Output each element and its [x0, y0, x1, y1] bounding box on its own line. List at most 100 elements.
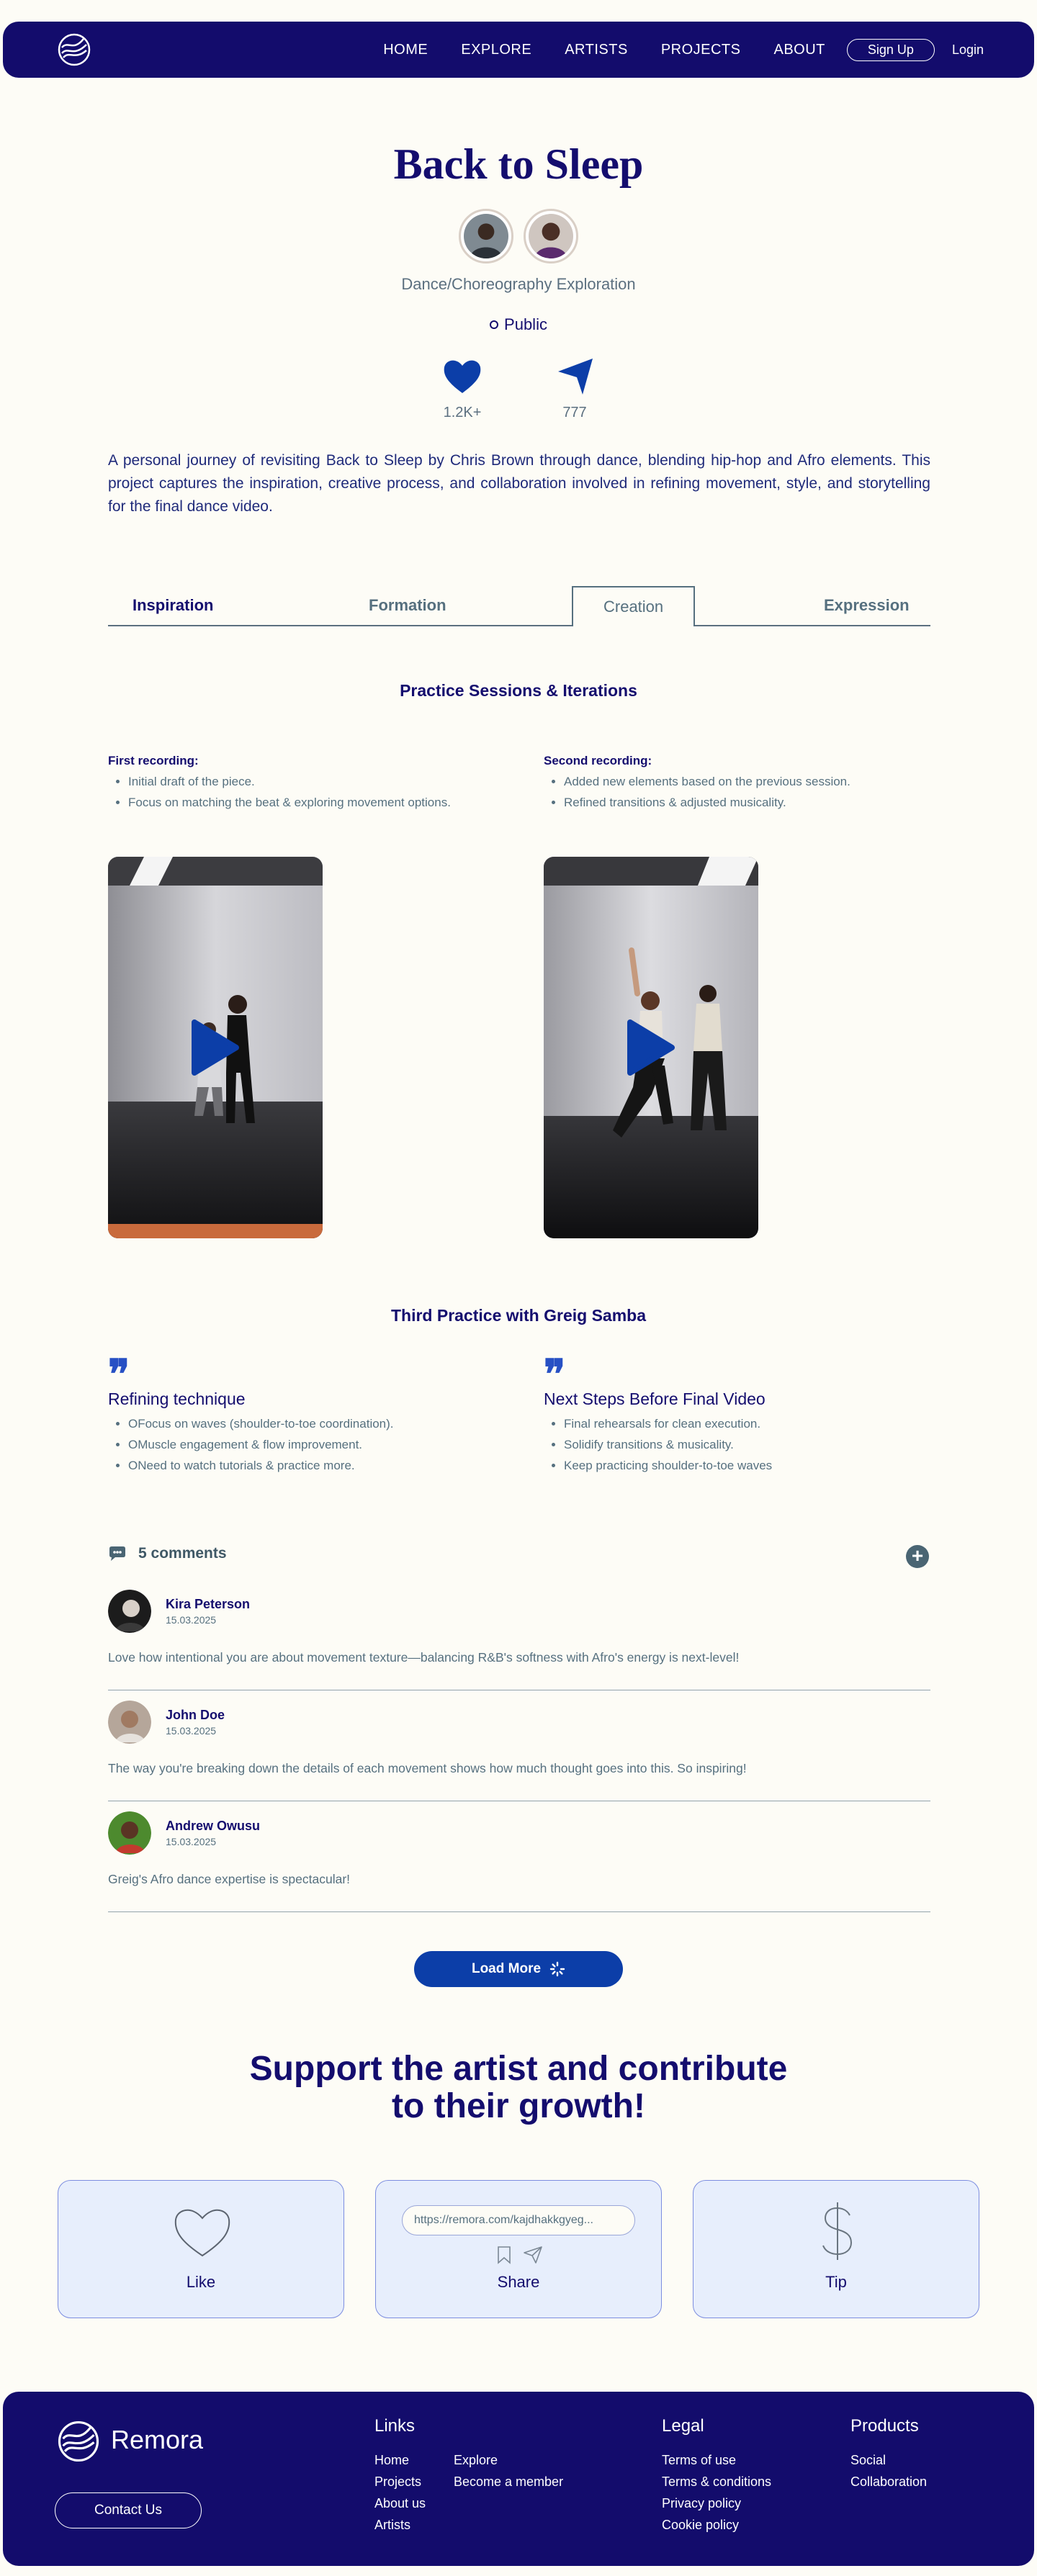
- list-item: Keep practicing shoulder-to-toe waves: [564, 1455, 947, 1476]
- share-count: 777: [562, 405, 587, 420]
- project-title: Back to Sleep: [393, 140, 644, 188]
- first-recording-notes: First recording: Initial draft of the pi…: [108, 750, 462, 813]
- collaborator-avatar[interactable]: [524, 209, 578, 264]
- tip-card[interactable]: Tip: [693, 2180, 979, 2318]
- load-more-label: Load More: [471, 1961, 542, 1976]
- footer-link-projects[interactable]: Projects: [374, 2471, 426, 2492]
- footer-link-about-us[interactable]: About us: [374, 2492, 426, 2514]
- footer-link-privacy[interactable]: Privacy policy: [662, 2492, 771, 2514]
- comment-author[interactable]: Kira Peterson: [166, 1597, 250, 1612]
- remora-logo-icon[interactable]: [58, 33, 91, 66]
- nav-link-projects[interactable]: PROJECTS: [661, 42, 741, 58]
- list-item: Refined transitions & adjusted musicalit…: [564, 792, 918, 813]
- play-icon[interactable]: [626, 1018, 676, 1077]
- visibility-label: Public: [504, 315, 547, 333]
- top-navbar: HOME EXPLORE ARTISTS PROJECTS ABOUT Sign…: [3, 22, 1034, 78]
- comment-text: Greig's Afro dance expertise is spectacu…: [108, 1872, 351, 1886]
- tab-expression[interactable]: Expression: [824, 586, 910, 625]
- footer-link-become-member[interactable]: Become a member: [454, 2471, 563, 2492]
- comments-count: 5 comments: [138, 1545, 227, 1562]
- comment-item: Kira Peterson 15.03.2025 Love how intent…: [108, 1590, 930, 1690]
- footer-link-terms-conditions[interactable]: Terms & conditions: [662, 2471, 771, 2492]
- footer-legal-title: Legal: [662, 2416, 704, 2436]
- comment-text: Love how intentional you are about movem…: [108, 1650, 740, 1665]
- share-url-field[interactable]: [402, 2205, 635, 2235]
- like-stat[interactable]: 1.2K+: [426, 356, 498, 421]
- comment-author[interactable]: Andrew Owusu: [166, 1819, 260, 1834]
- avatar[interactable]: [108, 1701, 151, 1744]
- share-card-label: Share: [497, 2273, 540, 2291]
- comment-date: 15.03.2025: [166, 1725, 217, 1737]
- comment-author[interactable]: John Doe: [166, 1708, 225, 1723]
- footer-link-terms-of-use[interactable]: Terms of use: [662, 2449, 771, 2471]
- project-description: A personal journey of revisiting Back to…: [108, 452, 930, 515]
- heart-outline-icon: [174, 2210, 230, 2257]
- second-recording-video[interactable]: [544, 857, 758, 1238]
- list-item: Solidify transitions & musicality.: [564, 1434, 947, 1455]
- refining-technique-title: Refining technique: [108, 1390, 246, 1408]
- nav-link-explore[interactable]: EXPLORE: [461, 42, 531, 58]
- project-category: Dance/Choreography Exploration: [401, 275, 636, 293]
- add-comment-button[interactable]: +: [906, 1545, 929, 1568]
- project-tabs: Inspiration Formation Creation Expressio…: [108, 586, 930, 626]
- bookmark-icon[interactable]: [497, 2246, 511, 2264]
- footer-link-home[interactable]: Home: [374, 2449, 426, 2471]
- support-title-line1: Support the artist and contribute: [249, 2050, 788, 2088]
- tip-card-label: Tip: [825, 2273, 847, 2291]
- next-steps-title: Next Steps Before Final Video: [544, 1390, 766, 1408]
- engagement-stats: 1.2K+ 777: [0, 356, 1037, 421]
- footer-links-col2: Explore Become a member: [454, 2449, 563, 2492]
- share-card[interactable]: Share: [375, 2180, 662, 2318]
- login-link[interactable]: Login: [952, 42, 984, 58]
- footer-link-social[interactable]: Social: [850, 2449, 927, 2471]
- nav-link-artists[interactable]: ARTISTS: [565, 42, 628, 58]
- footer-link-collaboration[interactable]: Collaboration: [850, 2471, 927, 2492]
- like-card[interactable]: Like: [58, 2180, 344, 2318]
- dollar-icon: [822, 2202, 853, 2260]
- collaborator-avatar[interactable]: [459, 209, 513, 264]
- footer-links-title: Links: [374, 2416, 416, 2436]
- comment-item: John Doe 15.03.2025 The way you're break…: [108, 1701, 930, 1801]
- footer-products-list: Social Collaboration: [850, 2449, 927, 2492]
- nav-link-home[interactable]: HOME: [383, 42, 428, 58]
- nav-links: HOME EXPLORE ARTISTS PROJECTS ABOUT Sign…: [383, 22, 984, 78]
- footer-legal-list: Terms of use Terms & conditions Privacy …: [662, 2449, 771, 2536]
- footer-link-artists[interactable]: Artists: [374, 2514, 426, 2536]
- support-title-line2: to their growth!: [392, 2087, 645, 2125]
- like-card-label: Like: [186, 2273, 216, 2291]
- load-more-button[interactable]: Load More: [414, 1951, 623, 1987]
- comment-text: The way you're breaking down the details…: [108, 1761, 747, 1775]
- footer-link-cookie[interactable]: Cookie policy: [662, 2514, 771, 2536]
- share-stat[interactable]: 777: [539, 356, 611, 421]
- list-item: Final rehearsals for clean execution.: [564, 1413, 947, 1434]
- tab-creation[interactable]: Creation: [572, 586, 696, 626]
- loading-spinner-icon: [549, 1961, 565, 1977]
- send-outline-icon[interactable]: [523, 2246, 543, 2264]
- like-count: 1.2K+: [443, 405, 482, 420]
- list-item: OMuscle engagement & flow improvement.: [128, 1434, 511, 1455]
- avatar[interactable]: [108, 1590, 151, 1633]
- tab-inspiration[interactable]: Inspiration: [133, 586, 213, 625]
- refining-technique-block: ❞ Refining technique OFocus on waves (sh…: [108, 1353, 511, 1476]
- signup-button[interactable]: Sign Up: [846, 38, 935, 61]
- quote-icon: ❞: [108, 1353, 130, 1397]
- list-item: ONeed to watch tutorials & practice more…: [128, 1455, 511, 1476]
- comment-item: Andrew Owusu 15.03.2025 Greig's Afro dan…: [108, 1811, 930, 1912]
- first-recording-title: First recording:: [108, 754, 199, 767]
- remora-logo-icon[interactable]: [58, 2420, 99, 2462]
- first-recording-video[interactable]: [108, 857, 323, 1238]
- contact-us-button[interactable]: Contact Us: [55, 2492, 202, 2528]
- avatar[interactable]: [108, 1811, 151, 1855]
- comment-icon: [109, 1546, 125, 1561]
- avatar-photo: [464, 214, 508, 258]
- list-item: Initial draft of the piece.: [128, 771, 462, 792]
- list-item: Added new elements based on the previous…: [564, 771, 918, 792]
- heart-icon[interactable]: [441, 356, 483, 396]
- practice-heading: Practice Sessions & Iterations: [400, 681, 637, 700]
- send-icon[interactable]: [554, 356, 596, 396]
- play-icon[interactable]: [190, 1018, 241, 1077]
- nav-link-about[interactable]: ABOUT: [774, 42, 825, 58]
- footer-link-explore[interactable]: Explore: [454, 2449, 563, 2471]
- footer-products-title: Products: [850, 2416, 919, 2436]
- tab-formation[interactable]: Formation: [369, 586, 446, 625]
